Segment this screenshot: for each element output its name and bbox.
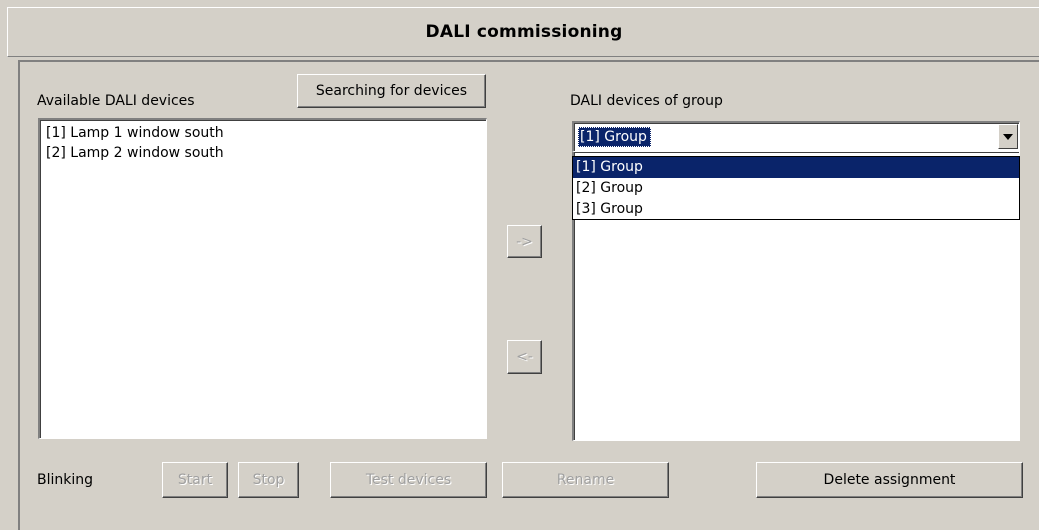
list-item[interactable]: [1] Lamp 1 window south	[40, 123, 486, 143]
rename-button[interactable]: Rename	[502, 462, 669, 498]
group-option[interactable]: [1] Group	[573, 157, 1019, 178]
group-select-value: [1] Group	[578, 127, 651, 147]
group-option[interactable]: [2] Group	[573, 178, 1019, 199]
dropdown-arrow-button[interactable]	[998, 124, 1018, 149]
group-dropdown-list[interactable]: [1] Group [2] Group [3] Group	[572, 156, 1020, 220]
search-devices-button[interactable]: Searching for devices	[297, 74, 486, 108]
delete-assignment-button[interactable]: Delete assignment	[756, 462, 1023, 498]
list-item[interactable]: [2] Lamp 2 window south	[40, 143, 486, 163]
test-devices-button[interactable]: Test devices	[330, 462, 487, 498]
available-devices-list[interactable]: [1] Lamp 1 window south [2] Lamp 2 windo…	[38, 118, 487, 439]
stop-blink-button[interactable]: Stop	[238, 462, 299, 498]
window-title-bar: DALI commissioning	[7, 7, 1039, 57]
blinking-label: Blinking	[37, 472, 94, 488]
available-devices-label: Available DALI devices	[37, 93, 195, 109]
group-select[interactable]: [1] Group	[572, 121, 1020, 152]
add-to-group-button[interactable]: ->	[507, 225, 542, 258]
remove-from-group-button[interactable]: <-	[507, 340, 542, 374]
chevron-down-icon	[1003, 133, 1013, 140]
start-blink-button[interactable]: Start	[162, 462, 228, 498]
window-title: DALI commissioning	[425, 22, 623, 42]
group-option[interactable]: [3] Group	[573, 199, 1019, 219]
group-devices-label: DALI devices of group	[570, 93, 723, 109]
